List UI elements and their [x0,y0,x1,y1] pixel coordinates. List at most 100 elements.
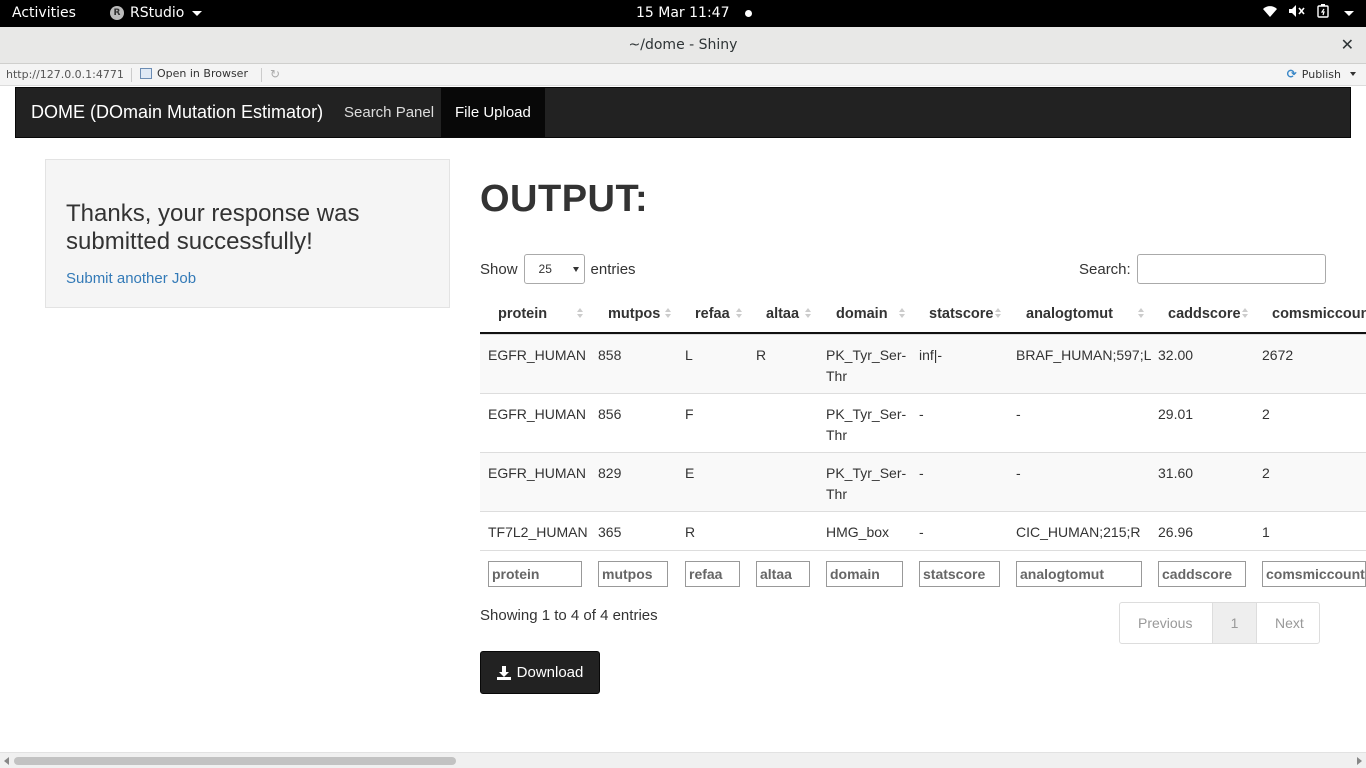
browser-icon [140,68,152,79]
filter-input-caddscore[interactable] [1158,561,1246,587]
publish-icon: ⟳ [1286,67,1297,81]
download-label: Download [516,664,584,681]
tab-file-upload[interactable]: File Upload [441,88,545,138]
cell-protein: TF7L2_HUMAN [488,524,588,540]
cell-caddscore: 29.01 [1158,406,1194,422]
tab-search-panel[interactable]: Search Panel [330,88,448,138]
cell-refaa: E [685,465,695,481]
table-info: Showing 1 to 4 of 4 entries [480,607,658,624]
column-header-protein[interactable]: protein [498,306,547,322]
page-1-button[interactable]: 1 [1212,603,1257,643]
cell-domain: PK_Tyr_Ser-Thr [826,465,907,502]
cell-domain: HMG_box [826,524,890,540]
submit-another-job-link[interactable]: Submit another Job [66,270,196,287]
horizontal-scrollbar[interactable] [0,752,1366,768]
table-row[interactable]: EGFR_HUMAN 856 F PK_Tyr_Ser-Thr - - 29.0… [480,393,1366,452]
column-header-comsmiccount[interactable]: comsmiccount [1272,306,1366,322]
cell-mutpos: 856 [598,406,622,422]
refresh-icon[interactable]: ↻ [270,67,280,81]
volume-muted-icon[interactable] [1288,4,1306,22]
scroll-left-icon[interactable] [4,757,9,765]
cell-caddscore: 32.00 [1158,347,1194,363]
next-page-button[interactable]: Next [1257,603,1319,643]
previous-page-button[interactable]: Previous [1120,603,1212,643]
sort-icon[interactable] [899,308,905,320]
cell-altaa: R [756,347,767,363]
column-header-mutpos[interactable]: mutpos [608,306,660,322]
page-length-select[interactable]: 25 [523,254,585,284]
search-input[interactable] [1136,254,1326,284]
filter-input-domain[interactable] [826,561,903,587]
table-row[interactable]: TF7L2_HUMAN 365 R HMG_box - CIC_HUMAN;21… [480,511,1366,550]
sort-icon[interactable] [995,308,1001,320]
app-menu-label: RStudio [130,5,185,21]
column-header-refaa[interactable]: refaa [695,306,730,322]
column-header-domain[interactable]: domain [836,306,888,322]
page-title: OUTPUT: [480,178,649,220]
cell-comsmiccount: 2 [1262,465,1270,481]
notification-dot-icon [745,10,752,17]
entries-label: entries [590,260,636,278]
pagination: Previous 1 Next [1119,602,1320,644]
column-header-analogtomut[interactable]: analogtomut [1026,306,1113,322]
rstudio-icon: R [110,6,124,20]
open-in-browser-label: Open in Browser [157,67,248,80]
filter-input-comsmiccount[interactable] [1262,561,1366,587]
close-icon[interactable]: ✕ [1341,35,1354,54]
sort-icon[interactable] [665,308,671,320]
cell-statscore: inf|- [919,347,943,363]
filter-input-altaa[interactable] [756,561,810,587]
filter-input-statscore[interactable] [919,561,1000,587]
system-tray[interactable] [1262,4,1354,22]
viewer-toolbar: http://127.0.0.1:4771 Open in Browser ↻ … [0,64,1366,86]
download-button[interactable]: Download [480,651,600,694]
cell-protein: EGFR_HUMAN [488,406,587,422]
cell-refaa: L [685,347,693,363]
cell-analogtomut: BRAF_HUMAN;597;L [1016,347,1152,363]
download-icon [496,665,511,680]
column-header-caddscore[interactable]: caddscore [1168,306,1241,322]
sort-icon[interactable] [1138,308,1144,320]
window-title-bar: ~/dome - Shiny ✕ [0,27,1366,64]
column-header-altaa[interactable]: altaa [766,306,799,322]
toolbar-divider [131,68,132,82]
filter-input-analogtomut[interactable] [1016,561,1142,587]
navbar-brand[interactable]: DOME (DOmain Mutation Estimator) [31,102,323,123]
cell-statscore: - [919,524,924,540]
chevron-down-icon [192,10,203,16]
filter-input-protein[interactable] [488,561,582,587]
scroll-right-icon[interactable] [1357,757,1362,765]
open-in-browser-button[interactable]: Open in Browser [140,67,248,80]
window-title: ~/dome - Shiny [628,37,738,53]
sort-icon[interactable] [736,308,742,320]
clock[interactable]: 15 Mar 11:47 [636,5,729,21]
filter-input-refaa[interactable] [685,561,740,587]
app-menu[interactable]: R RStudio [110,5,203,21]
show-label: Show [480,260,518,278]
publish-label: Publish [1301,67,1341,81]
sort-icon[interactable] [577,308,583,320]
sort-icon[interactable] [1242,308,1248,320]
cell-analogtomut: - [1016,465,1021,481]
table-row[interactable]: EGFR_HUMAN 829 E PK_Tyr_Ser-Thr - - 31.6… [480,452,1366,511]
cell-domain: PK_Tyr_Ser-Thr [826,347,907,384]
cell-statscore: - [919,465,924,481]
cell-domain: PK_Tyr_Ser-Thr [826,406,907,443]
battery-icon[interactable] [1316,4,1332,22]
cell-caddscore: 26.96 [1158,524,1194,540]
table-search: Search: [1079,254,1326,284]
wifi-icon[interactable] [1262,4,1278,22]
chevron-down-icon[interactable] [1344,10,1354,16]
activities-button[interactable]: Activities [12,5,76,21]
column-header-statscore[interactable]: statscore [929,306,993,322]
publish-button[interactable]: ⟳ Publish [1287,67,1356,81]
cell-comsmiccount: 2 [1262,406,1270,422]
cell-statscore: - [919,406,924,422]
filter-input-mutpos[interactable] [598,561,668,587]
sort-icon[interactable] [805,308,811,320]
cell-refaa: R [685,524,696,540]
success-message: Thanks, your response was submitted succ… [66,200,360,255]
scrollbar-thumb[interactable] [14,757,456,765]
table-row[interactable]: EGFR_HUMAN 858 L R PK_Tyr_Ser-Thr inf|- … [480,334,1366,393]
cell-protein: EGFR_HUMAN [488,347,587,363]
